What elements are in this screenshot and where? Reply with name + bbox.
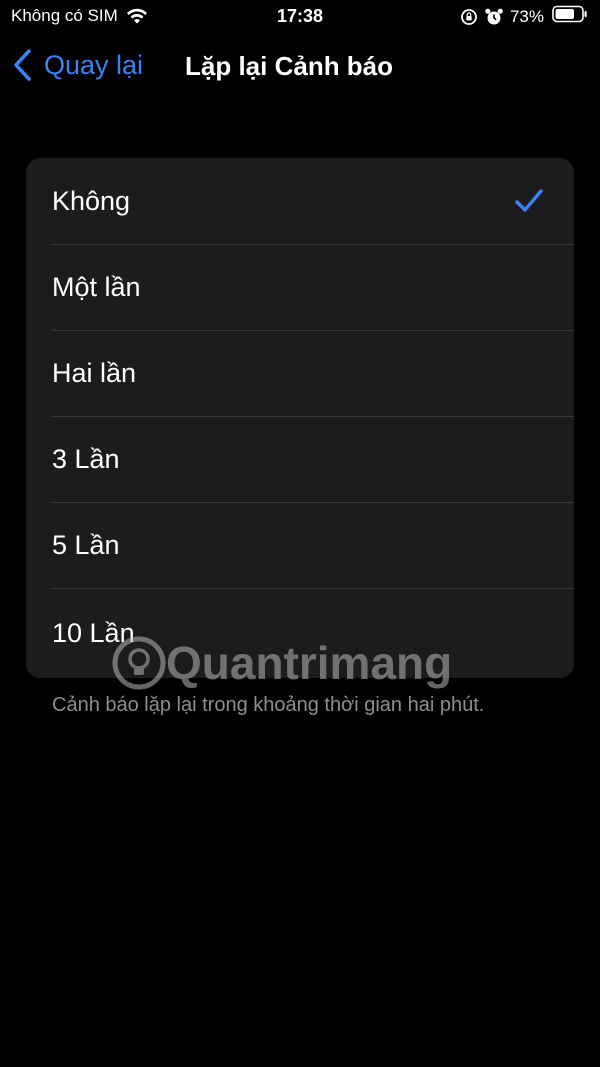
status-right: 73% — [460, 5, 588, 28]
option-row-3-times[interactable]: 3 Lần — [26, 416, 574, 502]
battery-percent: 73% — [509, 6, 544, 26]
footer-note: Cảnh báo lặp lại trong khoảng thời gian … — [52, 694, 485, 716]
lightbulb-logo-icon — [112, 636, 166, 690]
option-row-none[interactable]: Không — [26, 158, 574, 244]
watermark: Quantrimang — [112, 636, 452, 690]
watermark-text: Quantrimang — [166, 637, 453, 689]
option-label: Không — [52, 185, 131, 216]
option-label: Một lần — [52, 271, 141, 302]
status-bar: Không có SIM 17:38 73% — [0, 0, 600, 34]
option-label: 3 Lần — [52, 443, 120, 474]
back-button[interactable]: Quay lại — [12, 48, 143, 82]
option-row-once[interactable]: Một lần — [26, 244, 574, 330]
checkmark-icon — [514, 188, 544, 214]
nav-bar: Quay lại Lặp lại Cảnh báo — [0, 40, 600, 96]
option-label: 5 Lần — [52, 529, 120, 560]
back-label: Quay lại — [44, 49, 144, 80]
chevron-left-icon — [12, 48, 32, 82]
option-label: Hai lần — [52, 357, 137, 388]
option-row-twice[interactable]: Hai lần — [26, 330, 574, 416]
alarm-icon — [484, 7, 504, 27]
rotation-lock-icon — [460, 8, 478, 26]
option-row-5-times[interactable]: 5 Lần — [26, 502, 574, 588]
repeat-options-list: Không Một lần Hai lần 3 Lần 5 Lần 10 Lần — [26, 158, 574, 678]
page-title: Lặp lại Cảnh báo — [185, 51, 394, 81]
battery-icon — [552, 5, 588, 28]
